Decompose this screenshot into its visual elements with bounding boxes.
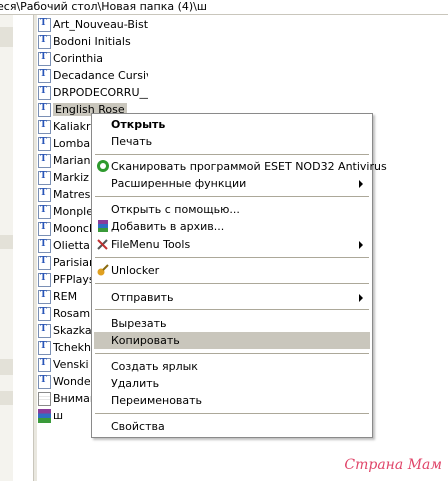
list-item[interactable]: Corinthia: [38, 50, 148, 67]
font-icon: [38, 187, 51, 202]
font-icon: [38, 323, 51, 338]
menu-separator: [95, 283, 369, 284]
list-item[interactable]: Bodoni Initials: [38, 33, 148, 50]
menu-item-open[interactable]: Открыть: [94, 116, 370, 133]
font-icon: [38, 272, 51, 287]
menu-separator: [95, 413, 369, 414]
list-item[interactable]: DRPODECORRU__: [38, 84, 148, 101]
menu-item-advanced-functions[interactable]: Расширенные функции: [94, 175, 370, 192]
font-icon: [38, 255, 51, 270]
font-icon: [38, 153, 51, 168]
context-menu: Открыть Печать Сканировать программой ES…: [91, 113, 387, 438]
menu-item-create-shortcut[interactable]: Создать ярлык: [94, 358, 370, 375]
menu-separator: [95, 154, 369, 155]
submenu-arrow-icon: [359, 294, 363, 302]
menu-separator: [95, 196, 369, 197]
menu-item-open-with[interactable]: Открыть с помощью...: [94, 201, 370, 218]
menu-separator: [95, 353, 369, 354]
address-bar[interactable]: еся\Рабочий стол\Новая папка (4)\ш: [0, 0, 448, 15]
font-icon: [38, 357, 51, 372]
text-document-icon: [38, 391, 51, 406]
rar-archive-icon: [38, 408, 51, 423]
font-icon: [38, 119, 51, 134]
menu-item-send-to[interactable]: Отправить: [94, 289, 370, 306]
font-icon: [38, 136, 51, 151]
font-icon: [38, 221, 51, 236]
list-item[interactable]: Art_Nouveau-Bistro: [38, 16, 148, 33]
menu-item-eset-scan[interactable]: Сканировать программой ESET NOD32 Antivi…: [94, 158, 387, 175]
menu-separator: [95, 309, 369, 310]
menu-separator: [95, 257, 369, 258]
menu-item-rename[interactable]: Переименовать: [94, 392, 370, 409]
unlocker-icon: [97, 264, 109, 276]
submenu-arrow-icon: [359, 241, 363, 249]
font-icon: [38, 102, 51, 117]
font-icon: [38, 374, 51, 389]
font-icon: [38, 306, 51, 321]
menu-item-unlocker[interactable]: Unlocker: [94, 262, 370, 279]
font-icon: [38, 289, 51, 304]
menu-item-print[interactable]: Печать: [94, 133, 370, 150]
font-icon: [38, 17, 51, 32]
font-icon: [38, 34, 51, 49]
font-icon: [38, 85, 51, 100]
watermark-logo: Страна Мам: [344, 457, 442, 473]
font-icon: [38, 340, 51, 355]
menu-item-copy[interactable]: Копировать: [94, 332, 370, 349]
address-path: еся\Рабочий стол\Новая папка (4)\ш: [0, 0, 207, 13]
menu-item-properties[interactable]: Свойства: [94, 418, 370, 435]
font-icon: [38, 170, 51, 185]
left-pane: [0, 15, 13, 481]
submenu-arrow-icon: [359, 180, 363, 188]
eset-icon: [97, 160, 109, 172]
font-icon: [38, 68, 51, 83]
list-item[interactable]: Decadance Cursiv: [38, 67, 148, 84]
font-icon: [38, 204, 51, 219]
menu-item-add-to-archive[interactable]: Добавить в архив...: [94, 218, 370, 235]
menu-item-filemenu-tools[interactable]: FileMenu Tools: [94, 236, 370, 253]
winrar-icon: [98, 220, 108, 232]
tools-icon: [97, 239, 108, 250]
menu-item-delete[interactable]: Удалить: [94, 375, 370, 392]
menu-item-cut[interactable]: Вырезать: [94, 315, 370, 332]
font-icon: [38, 51, 51, 66]
font-icon: [38, 238, 51, 253]
